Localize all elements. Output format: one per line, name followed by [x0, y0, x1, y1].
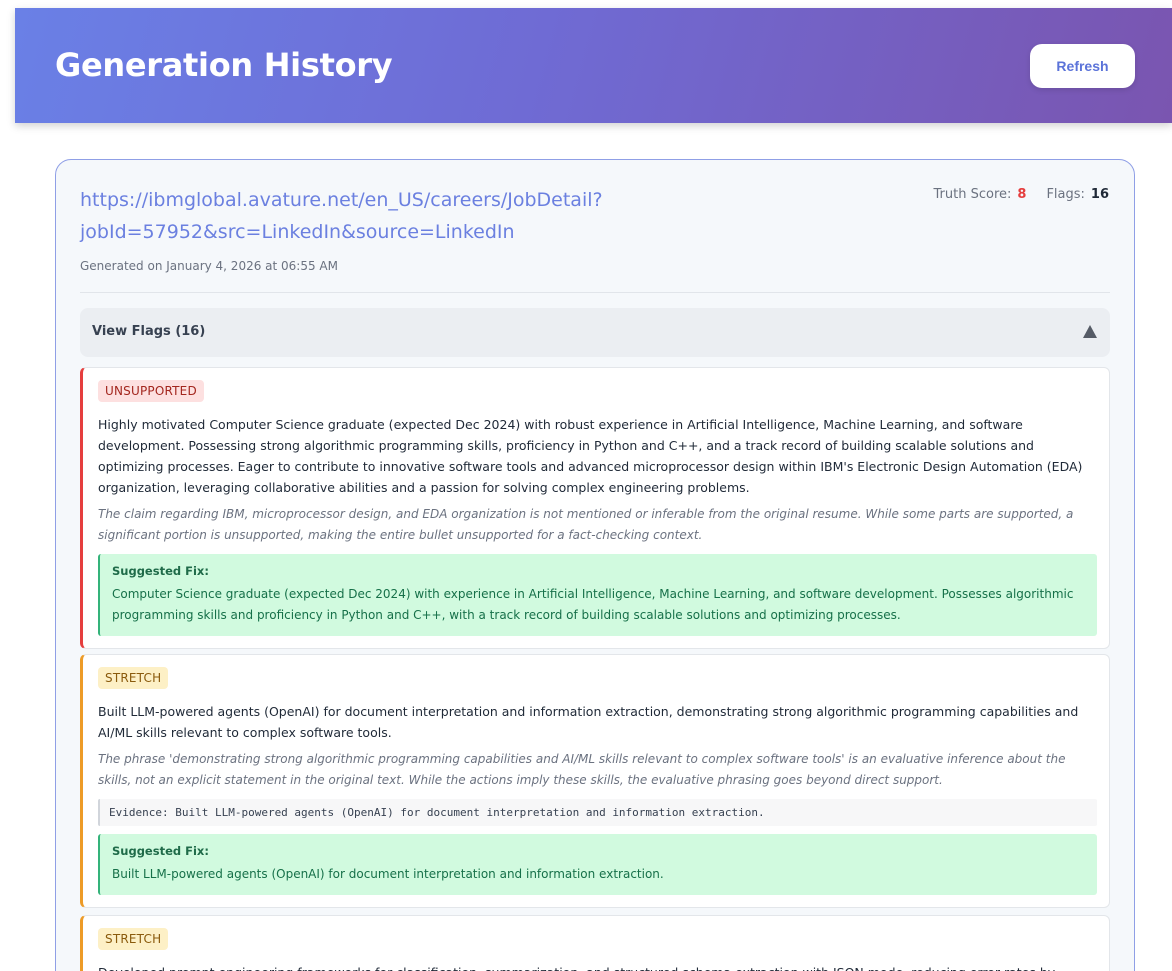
truth-score: Truth Score: 8 — [934, 187, 1027, 202]
status-badge: STRETCH — [98, 928, 169, 950]
flag-item-stretch: STRETCH Built LLM-powered agents (OpenAI… — [80, 654, 1110, 908]
flags-stat-label: Flags: — [1046, 187, 1085, 202]
flag-reason: The phrase 'demonstrating strong algorit… — [98, 752, 1066, 787]
page-header: Generation History Refresh — [15, 8, 1172, 123]
generated-date: Generated on January 4, 2026 at 06:55 AM — [80, 259, 338, 273]
refresh-button[interactable]: Refresh — [1030, 44, 1135, 88]
flag-item-stretch: STRETCH Developed prompt engineering fra… — [80, 915, 1110, 971]
truth-score-value: 8 — [1017, 187, 1027, 202]
collapse-triangle-icon[interactable] — [1083, 325, 1097, 338]
flags-stat: Flags: 16 — [1046, 187, 1109, 202]
card-stats: Truth Score: 8 Flags: 16 — [934, 187, 1109, 202]
suggested-fix-text: Built LLM-powered agents (OpenAI) for do… — [112, 867, 664, 881]
view-flags-label: View Flags (16) — [92, 324, 206, 339]
view-flags-toggle[interactable]: View Flags (16) — [80, 308, 1110, 357]
suggested-fix-text: Computer Science graduate (expected Dec … — [112, 587, 1074, 622]
divider — [80, 292, 1110, 293]
flag-item-unsupported: UNSUPPORTED Highly motivated Computer Sc… — [80, 367, 1110, 649]
suggested-fix-label: Suggested Fix: — [112, 844, 209, 858]
flag-text: Highly motivated Computer Science gradua… — [98, 417, 1083, 495]
flag-text: Built LLM-powered agents (OpenAI) for do… — [98, 704, 1079, 740]
suggested-fix: Suggested Fix: Computer Science graduate… — [98, 554, 1097, 636]
suggested-fix: Suggested Fix: Built LLM-powered agents … — [98, 834, 1097, 895]
job-url-link[interactable]: https://ibmglobal.avature.net/en_US/care… — [80, 184, 780, 248]
status-badge: STRETCH — [98, 667, 169, 689]
flag-reason: The claim regarding IBM, microprocessor … — [98, 507, 1074, 542]
flags-count-value: 16 — [1090, 187, 1109, 202]
truth-score-label: Truth Score: — [933, 187, 1012, 202]
flag-text: Developed prompt engineering frameworks … — [98, 962, 1097, 971]
page-title: Generation History — [55, 46, 393, 84]
history-card: https://ibmglobal.avature.net/en_US/care… — [55, 159, 1135, 971]
suggested-fix-label: Suggested Fix: — [112, 564, 209, 578]
status-badge: UNSUPPORTED — [98, 380, 204, 402]
evidence-block: Evidence: Built LLM-powered agents (Open… — [98, 799, 1097, 826]
